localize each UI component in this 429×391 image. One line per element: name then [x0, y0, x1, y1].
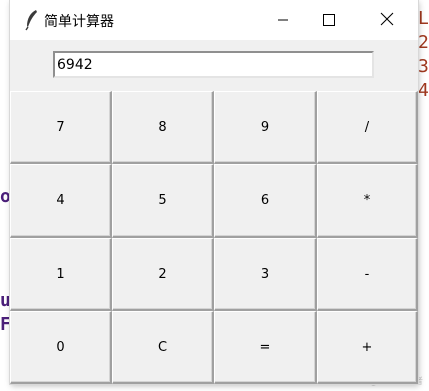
background-code-fragment: 4 — [418, 80, 429, 101]
key-equals[interactable]: = — [214, 311, 317, 384]
key-add[interactable]: + — [317, 311, 418, 384]
key-subtract[interactable]: - — [317, 238, 418, 311]
background-code-fragment: L — [418, 8, 429, 29]
key-4[interactable]: 4 — [10, 164, 112, 238]
window-title: 简单计算器 — [44, 14, 114, 30]
minimize-icon — [277, 11, 289, 30]
key-9[interactable]: 9 — [214, 91, 317, 164]
close-button[interactable] — [364, 0, 410, 40]
key-1[interactable]: 1 — [10, 238, 112, 311]
key-5[interactable]: 5 — [112, 164, 214, 238]
key-7[interactable]: 7 — [10, 91, 112, 164]
feather-icon — [24, 9, 40, 31]
maximize-button[interactable] — [306, 0, 352, 40]
minimize-button[interactable] — [260, 0, 306, 40]
calculator-window: 简单计算器 7 8 9 / 4 5 6 * 1 2 3 - 0 C = + — [10, 0, 418, 384]
background-code-fragment: 3 — [418, 56, 429, 77]
title-bar[interactable]: 简单计算器 — [10, 0, 418, 40]
key-8[interactable]: 8 — [112, 91, 214, 164]
display-field[interactable] — [53, 51, 374, 78]
display-input[interactable] — [55, 53, 372, 76]
key-0[interactable]: 0 — [10, 311, 112, 384]
key-2[interactable]: 2 — [112, 238, 214, 311]
key-clear[interactable]: C — [112, 311, 214, 384]
background-code-fragment: 2 — [418, 32, 429, 53]
key-multiply[interactable]: * — [317, 164, 418, 238]
key-3[interactable]: 3 — [214, 238, 317, 311]
close-icon — [380, 11, 394, 30]
key-divide[interactable]: / — [317, 91, 418, 164]
key-6[interactable]: 6 — [214, 164, 317, 238]
maximize-icon — [323, 11, 335, 30]
